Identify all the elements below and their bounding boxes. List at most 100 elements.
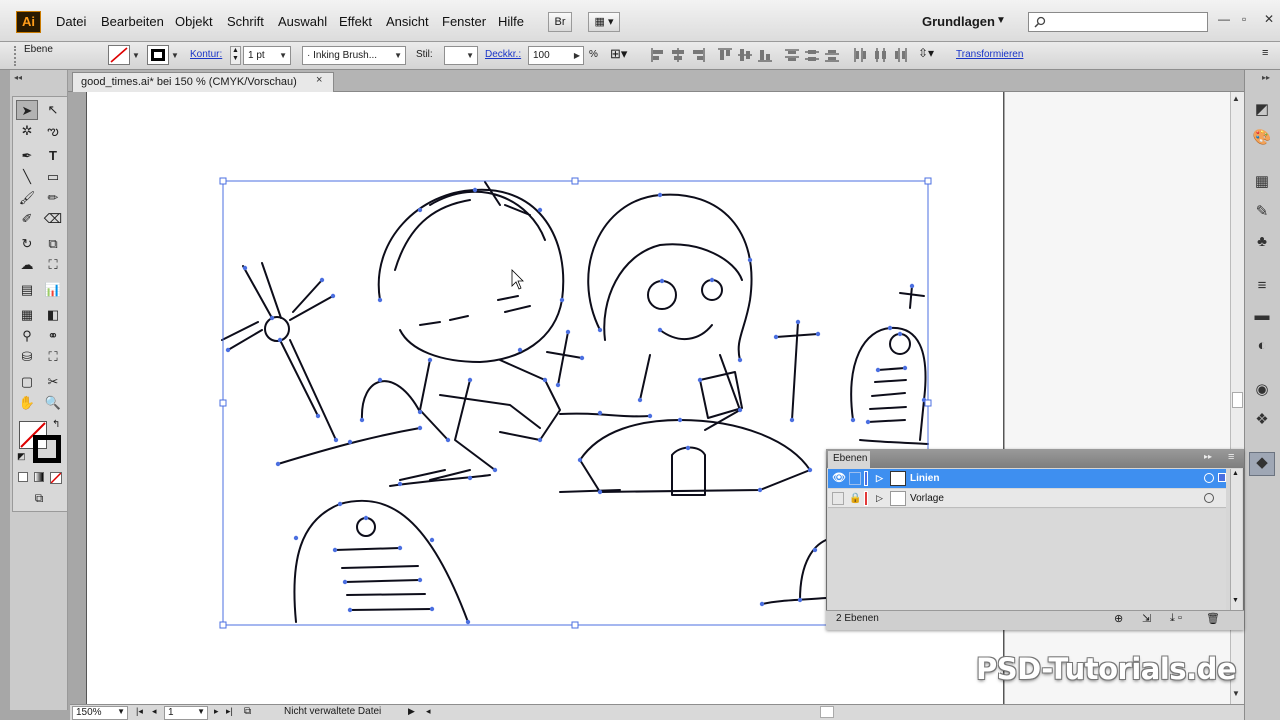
control-panel-menu-icon[interactable]: ≡ [1262, 47, 1268, 59]
screen-mode-icon[interactable]: ⧉ [28, 491, 50, 507]
stroke-stepper[interactable]: ▲ ▼ [230, 46, 241, 65]
hand-tool-icon[interactable]: ✋ [16, 393, 38, 413]
blob-brush-tool-icon[interactable]: ✐ [16, 209, 38, 229]
boy-figure[interactable] [377, 181, 565, 481]
menu-effekt[interactable]: Effekt [339, 14, 372, 29]
distribute-right-icon[interactable] [892, 47, 908, 63]
layer-name[interactable]: Vorlage [910, 489, 944, 508]
scale-tool-icon[interactable]: ⧉ [42, 234, 64, 254]
lock-icon[interactable]: 🔒 [849, 489, 861, 508]
appearance-panel-icon[interactable]: ◉ [1252, 380, 1272, 400]
gradient-tool-icon[interactable]: ◧ [42, 305, 64, 325]
graphic-style-swatch[interactable]: ▼ [444, 46, 478, 65]
color-panel-icon[interactable]: ◩ [1252, 100, 1272, 120]
tombstone-right[interactable] [850, 285, 927, 441]
magic-wand-tool-icon[interactable]: ✲ [16, 121, 38, 141]
layer-row-vorlage[interactable]: 🔒 ▷ Vorlage [828, 489, 1226, 508]
minimize-icon[interactable]: — [1218, 12, 1230, 26]
artboard-tool-icon[interactable]: ▢ [16, 372, 38, 392]
lasso-tool-icon[interactable]: ఌ [42, 121, 64, 141]
isolate-group-icon[interactable]: ⇳▾ [918, 46, 950, 64]
menu-objekt[interactable]: Objekt [175, 14, 213, 29]
menu-auswahl[interactable]: Auswahl [278, 14, 327, 29]
align-to-icon[interactable]: ⊞▾ [610, 46, 634, 64]
girl-figure[interactable] [579, 193, 811, 496]
menu-schrift[interactable]: Schrift [227, 14, 264, 29]
scroll-down-icon[interactable]: ▼ [1232, 689, 1240, 698]
small-tombstone[interactable] [360, 380, 421, 421]
scroll-up-icon[interactable]: ▲ [1232, 94, 1240, 103]
small-cross[interactable] [546, 331, 583, 386]
scroll-left-icon[interactable]: ◂ [426, 706, 431, 717]
paintbrush-tool-icon[interactable]: 🖌 [16, 188, 38, 208]
selection-tool-icon[interactable]: ➤ [16, 100, 38, 120]
search-input[interactable] [1028, 12, 1208, 32]
graph-tool-icon[interactable]: 📊 [42, 280, 64, 300]
collapse-toolbox-icon[interactable]: ◂◂ [14, 73, 22, 82]
stroke-weight-field[interactable]: 1 pt ▼ [243, 46, 291, 65]
opacity-field[interactable]: 100 ▶ [528, 46, 584, 65]
first-artboard-icon[interactable]: |◂ [136, 706, 143, 717]
menu-datei[interactable]: Datei [56, 14, 86, 29]
type-tool-icon[interactable]: T [42, 146, 64, 166]
layer-row-linien[interactable]: 👁 ▷ Linien [828, 469, 1226, 488]
target-circle-icon[interactable] [1204, 493, 1214, 503]
bridge-button[interactable]: Br [548, 12, 572, 32]
menu-ansicht[interactable]: Ansicht [386, 14, 429, 29]
tombstone-bottom[interactable] [293, 499, 469, 623]
color-guide-icon[interactable]: 🎨 [1252, 128, 1272, 148]
rectangle-tool-icon[interactable]: ▭ [42, 167, 64, 187]
free-transform-tool-icon[interactable]: ⛶ [42, 255, 64, 275]
layers-tab[interactable]: Ebenen [828, 451, 870, 468]
brushes-panel-icon[interactable]: ✎ [1252, 202, 1272, 222]
new-layer-icon[interactable]: ▫ [1178, 612, 1182, 624]
visibility-eye-icon[interactable]: 👁 [832, 469, 846, 488]
transparency-panel-icon[interactable]: ◐ [1252, 336, 1272, 356]
pencil-tool-icon[interactable]: ✏ [42, 188, 64, 208]
distribute-bottom-icon[interactable] [824, 47, 840, 63]
make-clipping-mask-icon[interactable]: ⇲ [1142, 612, 1151, 625]
layers-panel-icon[interactable]: ◆ [1249, 452, 1275, 476]
previous-artboard-icon[interactable]: ◂ [152, 706, 157, 717]
close-window-icon[interactable]: ✕ [1264, 12, 1274, 26]
panel-menu-icon[interactable]: ≡ [1228, 451, 1234, 463]
new-sublayer-icon[interactable]: ⤓ [1170, 612, 1175, 625]
version-cue-icon[interactable]: ⧉ [244, 706, 251, 717]
menu-bearbeiten[interactable]: Bearbeiten [101, 14, 164, 29]
delete-layer-icon[interactable]: 🗑 [1206, 612, 1220, 625]
cross-right[interactable] [775, 321, 819, 421]
align-center-v-icon[interactable] [737, 47, 753, 63]
layers-scrollbar[interactable]: ▲ ▼ [1230, 469, 1242, 610]
live-paint-bucket-tool-icon[interactable]: ⛁ [16, 347, 38, 367]
expand-panels-icon[interactable]: ▸▸ [1262, 73, 1270, 82]
stroke-dropdown-icon[interactable]: ▼ [171, 51, 179, 60]
status-menu-icon[interactable]: ▶ [408, 706, 415, 717]
symbol-sprayer-tool-icon[interactable]: ▤ [16, 280, 38, 300]
expand-arrow-icon[interactable]: ▷ [876, 489, 883, 508]
align-right-icon[interactable] [690, 47, 706, 63]
maximize-icon[interactable]: ▫ [1242, 12, 1246, 26]
align-top-icon[interactable] [717, 47, 733, 63]
workspace-switcher[interactable]: Grundlagen [922, 14, 995, 29]
gradient-mode-icon[interactable] [34, 472, 44, 482]
menu-fenster[interactable]: Fenster [442, 14, 486, 29]
live-paint-selection-tool-icon[interactable]: ⛶ [42, 347, 64, 367]
transform-panel-link[interactable]: Transformieren [956, 49, 1023, 60]
zoom-field[interactable]: 150% ▼ [72, 706, 128, 720]
layer-name[interactable]: Linien [910, 469, 939, 488]
visibility-toggle[interactable] [832, 492, 844, 505]
selection-bounding-box[interactable] [219, 177, 932, 629]
expand-arrow-icon[interactable]: ▷ [876, 469, 883, 488]
swatches-panel-icon[interactable]: ▦ [1252, 172, 1272, 192]
document-tab[interactable]: good_times.ai* bei 150 % (CMYK/Vorschau) [72, 72, 334, 92]
mesh-tool-icon[interactable]: ▦ [16, 305, 38, 325]
symbols-panel-icon[interactable]: ♣ [1252, 232, 1272, 252]
layers-panel-header[interactable] [826, 449, 1244, 468]
anchor-points[interactable] [225, 187, 927, 625]
align-center-h-icon[interactable] [670, 47, 686, 63]
close-tab-icon[interactable]: × [316, 74, 322, 86]
distribute-top-icon[interactable] [784, 47, 800, 63]
blend-tool-icon[interactable]: ⚭ [42, 326, 64, 346]
arrange-documents-button[interactable]: ▦ ▾ [588, 12, 620, 32]
grip-icon[interactable] [14, 46, 18, 66]
